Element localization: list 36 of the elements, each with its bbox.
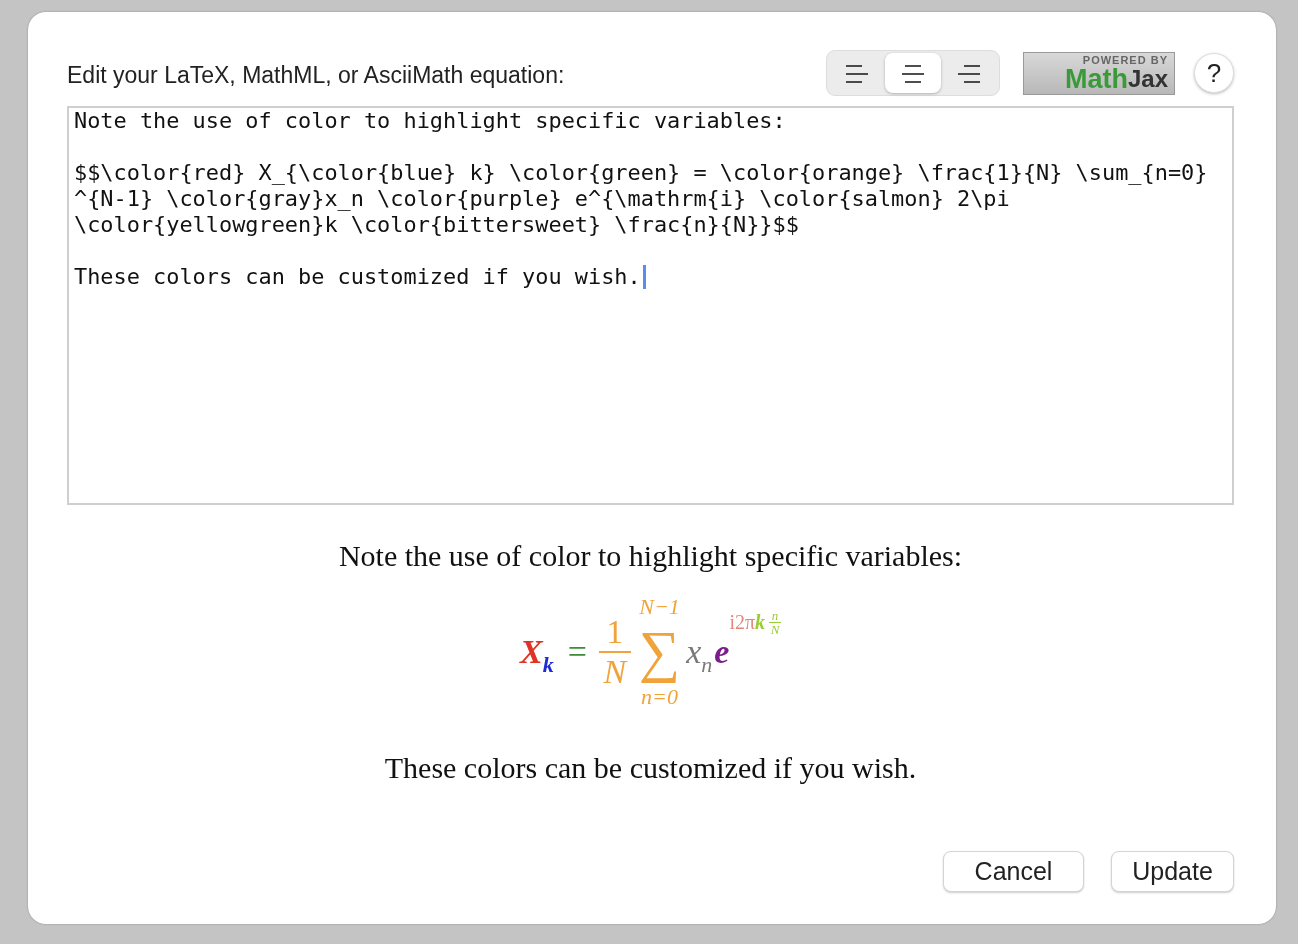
math-symbol: e [714,633,730,671]
mathjax-logo[interactable]: POWERED BY MathJax [1023,51,1175,95]
preview-text: These colors can be customized if you wish. [384,751,917,785]
math-symbol: X [519,633,543,670]
align-center-icon [901,63,925,83]
logo-jax-text: Jax [1127,65,1168,92]
help-button[interactable]: ? [1194,53,1234,93]
update-button[interactable]: Update [1111,851,1234,892]
logo-math-text: Math [1064,65,1128,92]
align-right-icon [957,63,981,83]
math-exponent: k [755,611,766,634]
fraction-numerator: n [771,609,779,622]
code-line: $$\color{red} X_{\color{blue} k} \color{green} = \color{orange} \frac{1}{N} \sum_{n=0} [74,160,1208,186]
align-left-icon [845,63,869,83]
logo-caption: POWERED BY [1082,53,1168,66]
fraction-denominator: N [603,653,627,691]
preview-text: Note the use of color to highlight specific variables: [338,539,963,573]
code-line: ^{N-1} \color{gray}x_n \color{purple} e^{\mathrm{i} \color{salmon} 2\pi [74,186,1010,212]
fraction-denominator: N [770,623,780,636]
math-exponent: i2π [729,611,756,634]
fraction-numerator: 1 [606,613,624,651]
math-subscript: k [542,652,554,678]
code-line: These colors can be customized if you wish. [74,264,641,290]
math-operator: = [567,633,587,671]
math-subscript: n [701,652,713,678]
text-cursor [642,265,646,289]
prompt-label: Edit your LaTeX, MathML, or AsciiMath equation: [67,60,566,89]
align-center-button[interactable] [885,53,941,93]
math-symbol: x [686,633,702,670]
sum-lower-limit: n=0 [641,685,678,709]
code-line: \color{yellowgreen}k \color{bittersweet} \frac{n}{N}}$$ [74,212,799,238]
sum-upper-limit: N−1 [639,595,680,619]
code-line: Note the use of color to highlight specific variables: [74,108,786,134]
equation-editor[interactable] [67,106,1234,505]
cancel-button[interactable]: Cancel [943,851,1084,892]
sum-sign: ∑ [638,619,681,685]
